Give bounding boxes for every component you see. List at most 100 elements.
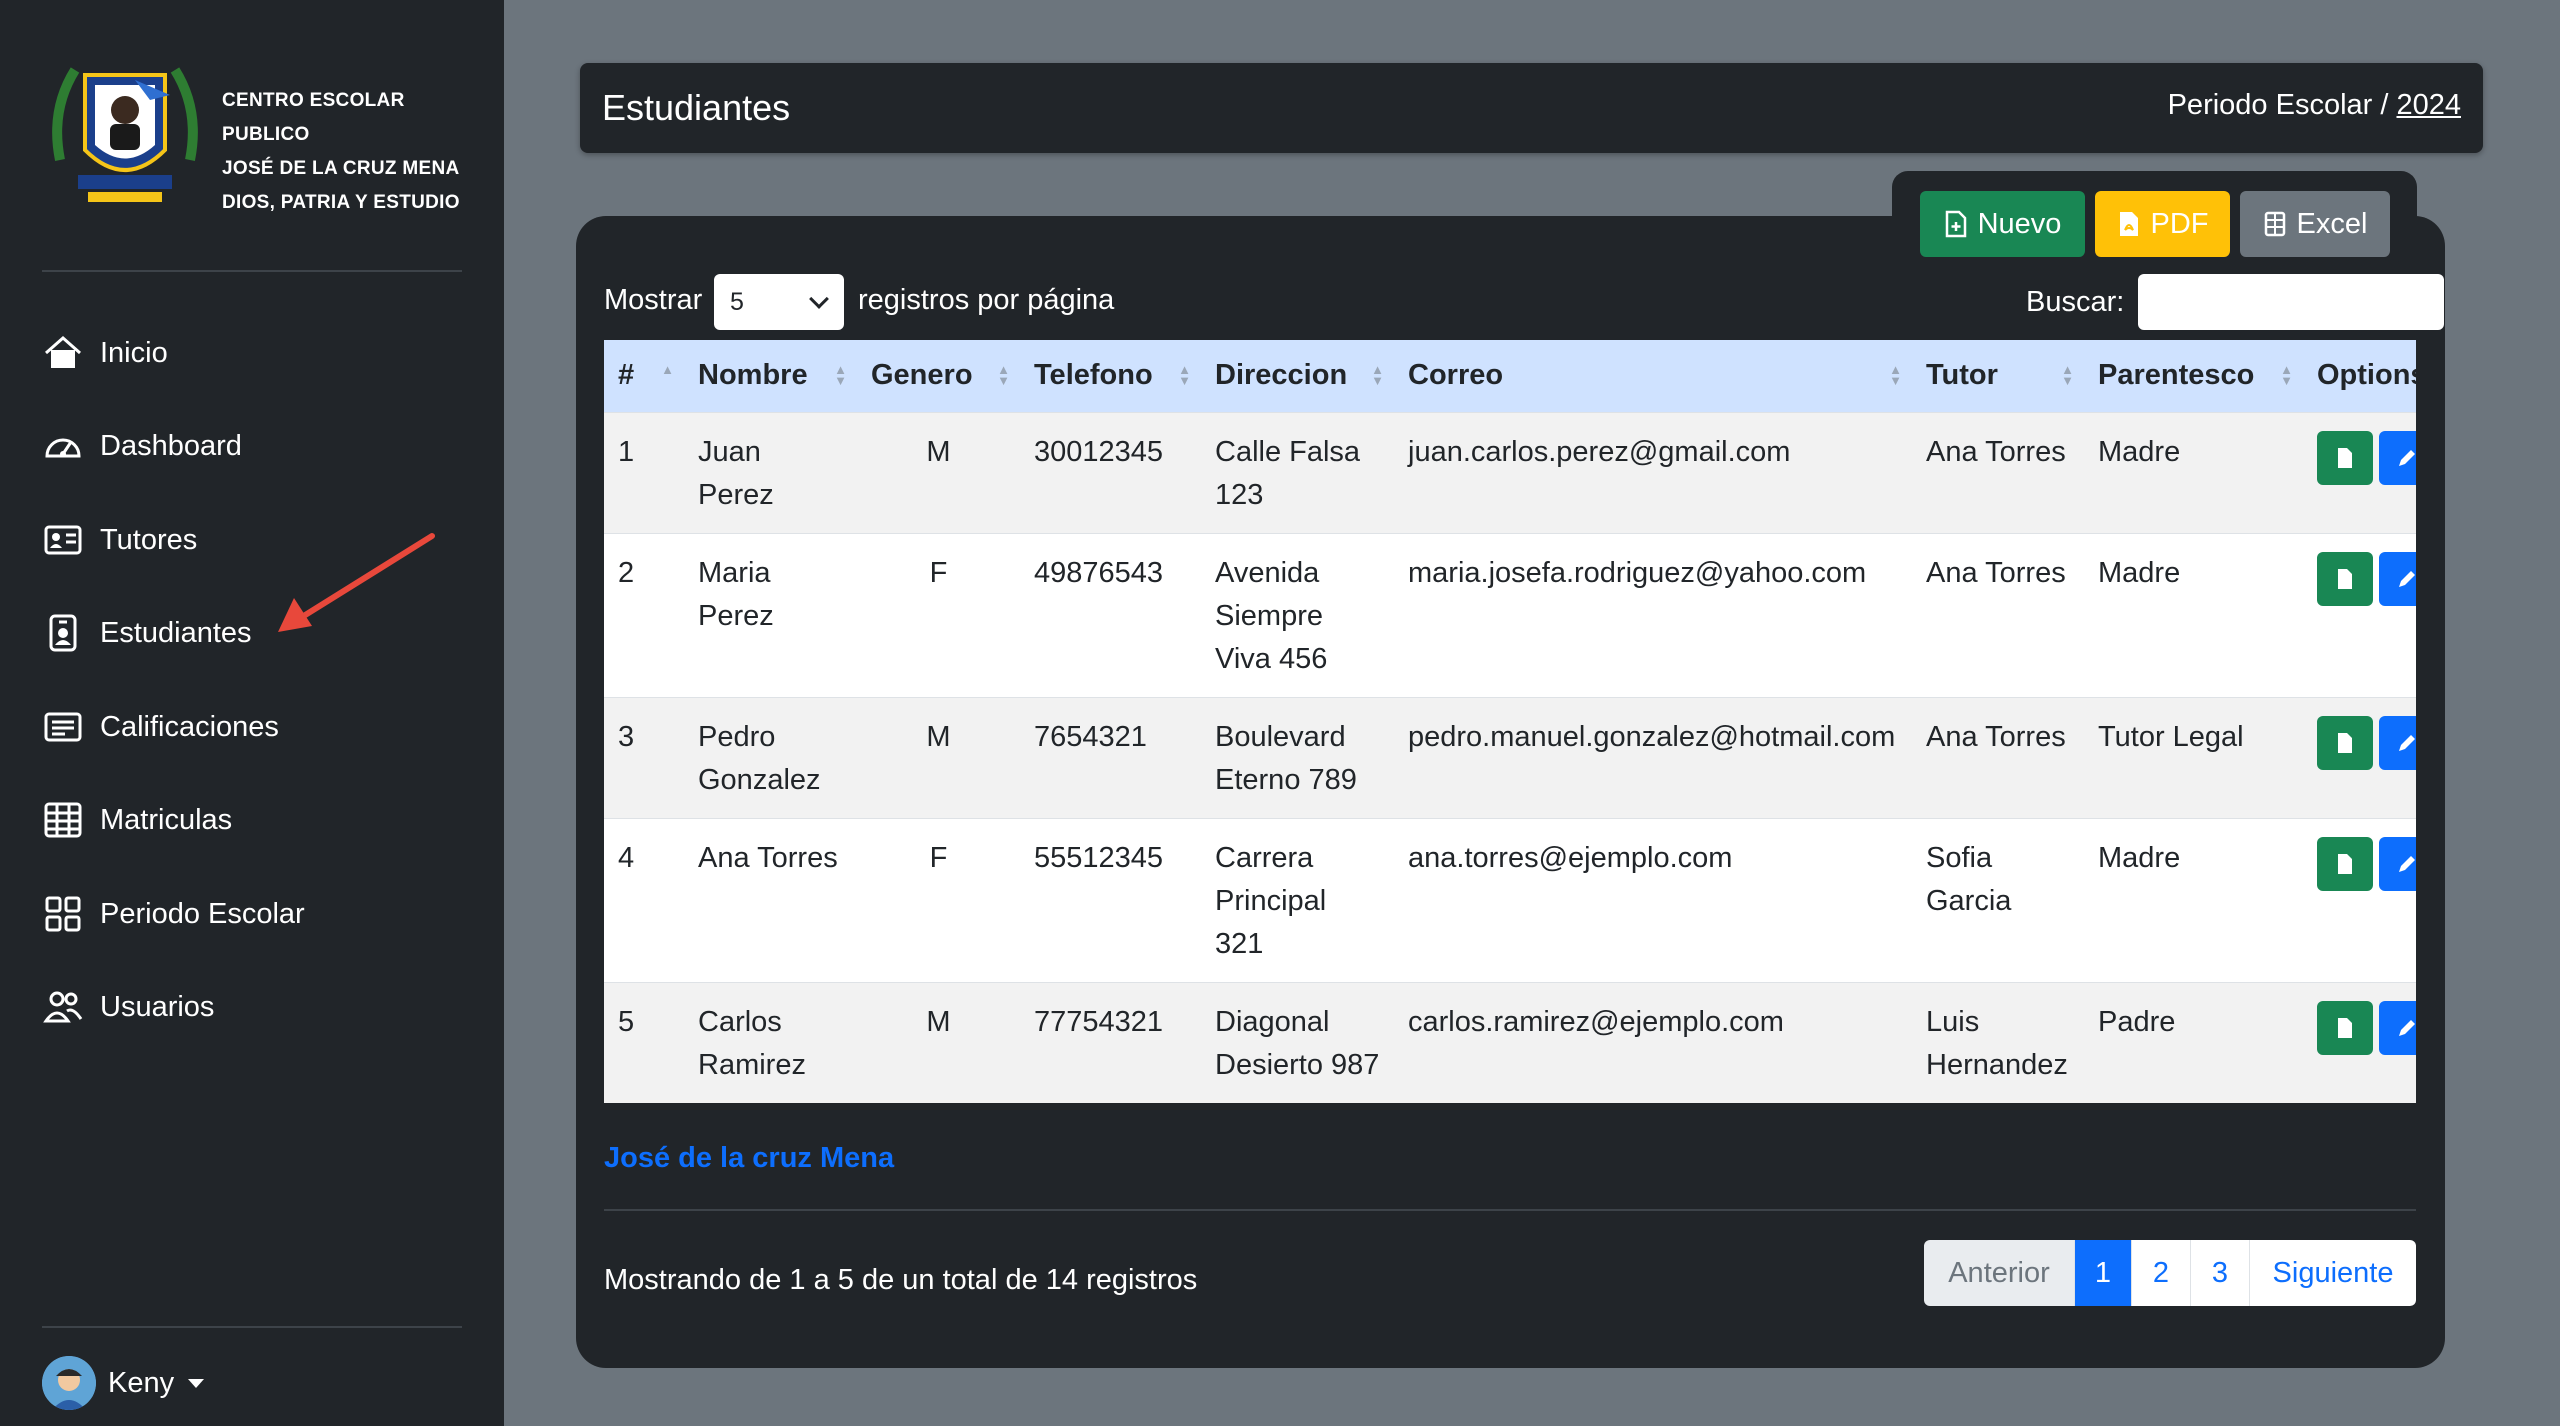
breadcrumb-year-link[interactable]: 2024: [2396, 89, 2461, 121]
sidebar-item-inicio[interactable]: Inicio: [42, 323, 168, 383]
sidebar-item-label: Estudiantes: [100, 616, 252, 649]
person-vcard-icon: [42, 519, 84, 561]
file-pdf-icon: [2338, 1017, 2352, 1038]
col-header-genero[interactable]: Genero ▲ ▼: [857, 340, 1020, 412]
sort-asc-icon: ▲ ▼: [661, 362, 674, 388]
row-edit-button[interactable]: [2379, 715, 2416, 770]
col-header-telefono[interactable]: Telefono ▲ ▼: [1020, 340, 1201, 412]
cell-options: [2303, 982, 2416, 1103]
brand-line-2: JOSÉ DE LA CRUZ MENA: [222, 158, 460, 179]
search-input[interactable]: [2138, 274, 2444, 330]
sidebar-divider: [42, 270, 462, 272]
row-edit-button[interactable]: [2379, 551, 2416, 606]
cell-parentesco: Padre: [2098, 1005, 2176, 1038]
col-header-tutor[interactable]: Tutor ▲ ▼: [1912, 340, 2084, 412]
students-table-wrapper: # ▲ ▼ Nombre ▲ ▼ Genero ▲ ▼ Telefono ▲ ▼ Direcci…: [604, 340, 2416, 1140]
pencil-icon: [2399, 570, 2415, 587]
cell-options: [2303, 533, 2416, 697]
col-header-nombre[interactable]: Nombre ▲ ▼: [684, 340, 857, 412]
col-header-correo[interactable]: Correo ▲ ▼: [1394, 340, 1912, 412]
pagination-page-3[interactable]: 3: [2190, 1240, 2249, 1306]
card-divider: [604, 1209, 2416, 1211]
sort-icon: ▲ ▼: [1371, 362, 1384, 388]
page-size-select[interactable]: 5: [714, 274, 844, 330]
cell-correo: juan.carlos.perez@gmail.com: [1408, 435, 1791, 468]
sidebar-item-tutores[interactable]: Tutores: [42, 510, 197, 570]
cell-options: [2303, 412, 2416, 533]
search-label: Buscar:: [2026, 286, 2125, 318]
cell-parentesco: Madre: [2098, 556, 2181, 589]
row-edit-button[interactable]: [2379, 836, 2416, 891]
cell-num: 3: [618, 720, 635, 753]
page-title: Estudiantes: [602, 87, 791, 128]
col-header-parentesco[interactable]: Parentesco ▲ ▼: [2084, 340, 2303, 412]
user-menu[interactable]: Keny: [42, 1356, 205, 1410]
sidebar-item-label: Periodo Escolar: [100, 897, 305, 930]
cell-nombre: Pedro Gonzalez: [698, 720, 821, 796]
new-button-label: Nuevo: [1977, 207, 2062, 240]
cell-parentesco: Madre: [2098, 841, 2181, 874]
table-header-row: # ▲ ▼ Nombre ▲ ▼ Genero ▲ ▼ Telefono ▲ ▼ Direcci…: [604, 340, 2416, 412]
grid-icon: [42, 893, 84, 935]
sidebar-item-dashboard[interactable]: Dashboard: [42, 416, 242, 476]
brand-line-3: DIOS, PATRIA Y ESTUDIO: [222, 192, 460, 213]
table-row: 2 Maria Perez F 49876543 Avenida Siempre…: [604, 533, 2416, 697]
pagination-page-1[interactable]: 1: [2074, 1240, 2131, 1306]
row-pdf-button[interactable]: [2317, 836, 2373, 891]
cell-nombre: Maria Perez: [698, 556, 774, 632]
pagination-next[interactable]: Siguiente: [2249, 1240, 2416, 1306]
cell-telefono: 30012345: [1034, 435, 1164, 468]
sidebar-item-usuarios[interactable]: Usuarios: [42, 977, 214, 1037]
file-plus-icon: [1945, 210, 1966, 238]
excel-button[interactable]: Excel: [2240, 191, 2390, 257]
page-size-value: 5: [730, 288, 744, 316]
pencil-icon: [2399, 855, 2415, 872]
cell-direccion: Carrera Principal 321: [1215, 841, 1327, 960]
table-controls: Mostrar 5 registros por página Buscar:: [604, 274, 2444, 330]
people-icon: [42, 986, 84, 1028]
sidebar-item-label: Tutores: [100, 523, 198, 556]
table-icon: [42, 799, 84, 841]
row-edit-button[interactable]: [2379, 1000, 2416, 1055]
cell-direccion: Boulevard Eterno 789: [1215, 720, 1357, 796]
sidebar-item-periodo-escolar[interactable]: Periodo Escolar: [42, 884, 305, 944]
cell-num: 4: [618, 841, 635, 874]
pencil-icon: [2399, 734, 2415, 751]
house-icon: [42, 332, 84, 374]
sort-icon: ▲ ▼: [1178, 362, 1191, 388]
row-pdf-button[interactable]: [2317, 551, 2373, 606]
cell-correo: pedro.manuel.gonzalez@hotmail.com: [1408, 720, 1896, 753]
file-pdf-icon: [2119, 212, 2138, 236]
new-button[interactable]: Nuevo: [1920, 191, 2085, 257]
cell-options: [2303, 697, 2416, 818]
col-header-options: Options: [2317, 359, 2416, 392]
sidebar-item-estudiantes[interactable]: Estudiantes: [42, 603, 252, 663]
cell-genero: F: [929, 841, 948, 874]
pagination-page-2[interactable]: 2: [2131, 1240, 2190, 1306]
sidebar-item-label: Inicio: [100, 336, 168, 369]
sidebar-item-calificaciones[interactable]: Calificaciones: [42, 697, 279, 757]
cell-num: 2: [618, 556, 635, 589]
sidebar-item-matriculas[interactable]: Matriculas: [42, 790, 232, 850]
chevron-down-icon: [809, 289, 829, 309]
file-pdf-icon: [2338, 447, 2352, 468]
pdf-button[interactable]: PDF: [2095, 191, 2230, 257]
col-header-direccion[interactable]: Direccion ▲ ▼: [1201, 340, 1394, 412]
speedometer-icon: [42, 425, 84, 467]
cell-direccion: Avenida Siempre Viva 456: [1215, 556, 1328, 675]
pencil-icon: [2399, 449, 2415, 466]
cell-genero: M: [926, 435, 951, 468]
row-pdf-button[interactable]: [2317, 715, 2373, 770]
pagination-prev[interactable]: Anterior: [1924, 1240, 2074, 1306]
col-header-num[interactable]: # ▲ ▼: [604, 340, 684, 412]
row-pdf-button[interactable]: [2317, 1000, 2373, 1055]
pencil-icon: [2399, 1019, 2415, 1036]
row-pdf-button[interactable]: [2317, 430, 2373, 485]
breadcrumb: Periodo Escolar / 2024: [2168, 89, 2461, 122]
sort-icon: ▲ ▼: [1889, 362, 1902, 388]
students-card: Nuevo PDF Excel Mostrar 5 registros por …: [576, 171, 2445, 1368]
cell-num: 1: [618, 435, 635, 468]
row-edit-button[interactable]: [2379, 430, 2416, 485]
school-link[interactable]: José de la cruz Mena: [604, 1142, 894, 1175]
cell-tutor: Sofia Garcia: [1926, 841, 2012, 917]
